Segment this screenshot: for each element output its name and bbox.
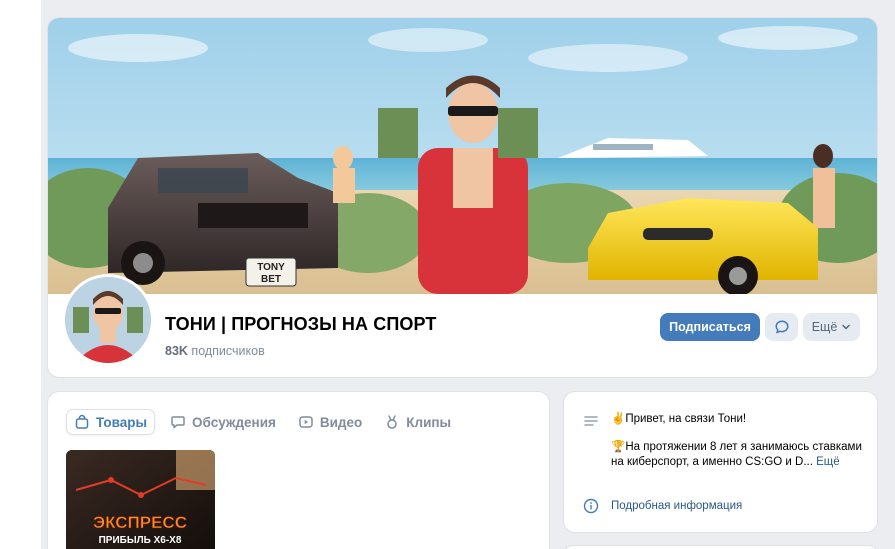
subscribers-info[interactable]: 83K подписчиков	[165, 344, 265, 358]
svg-text:BET: BET	[261, 274, 281, 285]
tab-discussions[interactable]: Обсуждения	[163, 409, 283, 435]
product-thumb-title: ЭКСПРЕСС	[93, 513, 187, 532]
tab-video[interactable]: Видео	[291, 409, 369, 435]
profile-card: TONY BET ТОНИ | ПРОГНОЗЫ НА СПОРТ 83K по…	[47, 17, 878, 378]
page-title: ТОНИ | ПРОГНОЗЫ НА СПОРТ	[165, 314, 437, 334]
show-more-link[interactable]: Ещё	[816, 456, 840, 468]
video-icon	[298, 414, 314, 430]
group-description: ✌Привет, на связи Тони! 🏆На протяжении 8…	[611, 412, 866, 470]
tab-clips[interactable]: Клипы	[377, 409, 458, 435]
left-gutter	[0, 0, 41, 549]
bag-icon	[74, 414, 90, 430]
product-thumb-subtitle: ПРИБЫЛЬ Х6-Х8	[99, 535, 182, 546]
content-card: Товары Обсуждения Видео Клипы ЭКСПРЕСС П…	[47, 391, 550, 549]
message-button[interactable]	[765, 313, 798, 341]
detailed-info-label: Подробная информация	[611, 500, 743, 512]
text-lines-icon	[583, 413, 599, 434]
avatar[interactable]	[62, 274, 154, 366]
message-icon	[774, 319, 790, 335]
chat-icon	[170, 414, 186, 430]
chevron-down-icon	[841, 322, 851, 332]
greeting-text: ✌Привет, на связи Тони!	[611, 413, 747, 425]
clips-icon	[384, 414, 400, 430]
more-button[interactable]: Ещё	[803, 313, 860, 341]
product-thumbnail[interactable]: ЭКСПРЕСС ПРИБЫЛЬ Х6-Х8	[66, 450, 215, 549]
info-circle-icon	[583, 498, 599, 514]
next-card-edge	[563, 545, 878, 549]
tab-products[interactable]: Товары	[66, 409, 156, 435]
subscribers-label: подписчиков	[191, 344, 265, 358]
more-label: Ещё	[811, 320, 838, 334]
subscribers-count: 83K	[165, 344, 188, 358]
cover-image: TONY BET	[48, 18, 877, 294]
subscribe-button[interactable]: Подписаться	[660, 313, 760, 341]
content-tabs: Товары Обсуждения Видео Клипы	[66, 409, 458, 435]
cover-plate-text: TONY	[257, 262, 285, 273]
info-card: ✌Привет, на связи Тони! 🏆На протяжении 8…	[563, 391, 878, 533]
detailed-info-link[interactable]: Подробная информация	[583, 498, 742, 514]
